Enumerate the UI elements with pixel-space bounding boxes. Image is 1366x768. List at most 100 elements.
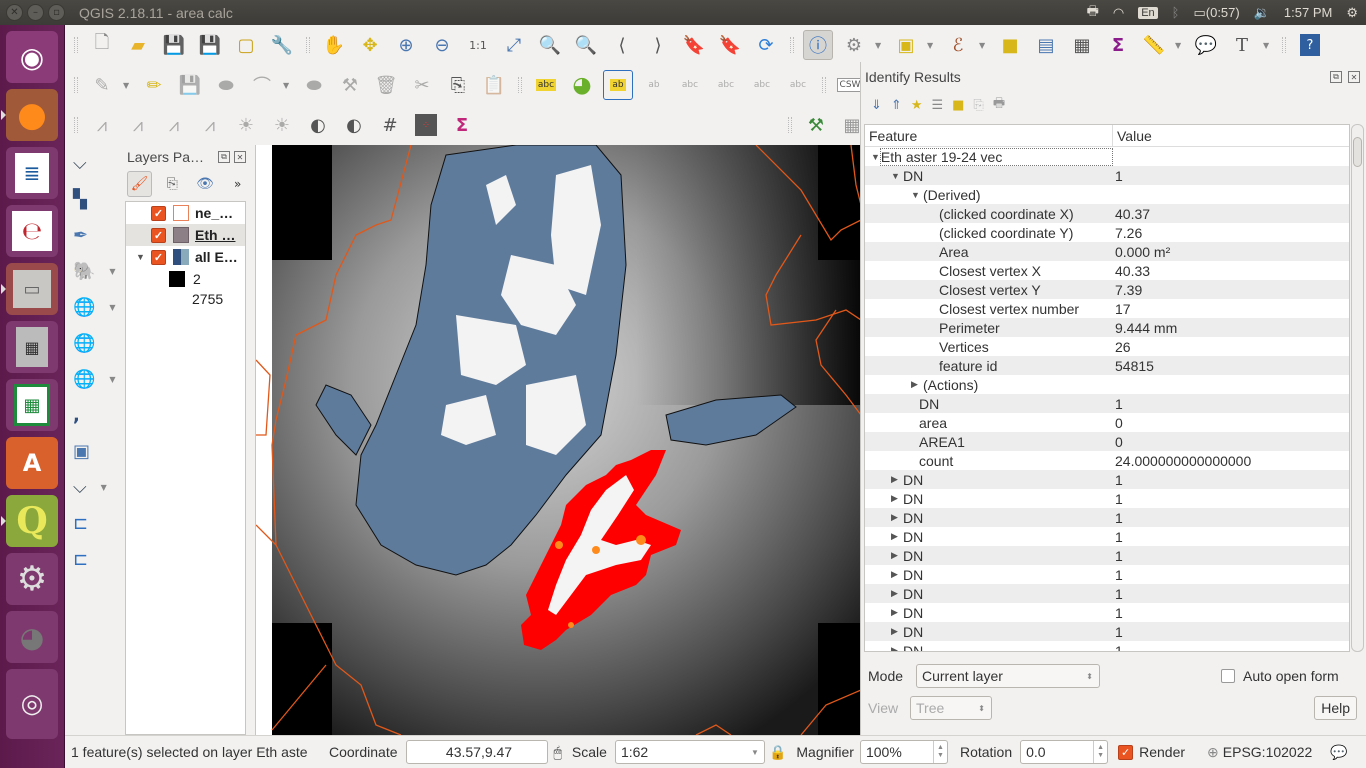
tree-row[interactable]: ▶ DN 1 [865, 603, 1349, 622]
tree-row[interactable]: count 24.000000000000000 [865, 451, 1349, 470]
tree-row[interactable]: ▶ DN 1 [865, 565, 1349, 584]
render-checkbox[interactable]: ✓ Render [1118, 744, 1185, 760]
launcher-calculator[interactable]: ▦ [6, 321, 58, 373]
zoom-last-button[interactable]: ⟨ [607, 30, 637, 60]
add-spatialite-layer-button[interactable]: ✒ [65, 217, 105, 253]
new-layer-dropdown[interactable]: ▼ [101, 483, 107, 492]
node-dropdown[interactable]: ▼ [283, 81, 293, 90]
launcher-ubuntu-dash[interactable]: ◉ [6, 31, 58, 83]
highlight-pinned-button[interactable]: ab [639, 70, 669, 100]
new-shapefile-button[interactable]: ⌵ ▼ [65, 469, 107, 505]
tree-row[interactable]: ▶ DN 1 [865, 527, 1349, 546]
toggle-editing-button[interactable]: ✏ [139, 70, 169, 100]
expand-arrow-icon[interactable]: ▼ [136, 252, 151, 262]
clock[interactable]: 1:57 PM [1284, 5, 1332, 20]
toggle-extents-icon[interactable]: 🖱 [554, 744, 562, 761]
save-as-button[interactable]: 💾 [195, 30, 225, 60]
layer-visibility-checkbox[interactable]: ✓ [151, 249, 166, 265]
expand-tree-button[interactable]: ⇓ [871, 98, 882, 113]
launcher-document-viewer[interactable]: ℮ [6, 205, 58, 257]
add-virtual-layer-button[interactable]: ▣ [65, 433, 105, 469]
vertex-tool-button[interactable]: ⚒ [335, 70, 365, 100]
lock-scale-icon[interactable]: 🔒 [769, 744, 786, 761]
collapse-tree-button[interactable]: ⇑ [891, 98, 902, 113]
toolbar-grip[interactable] [518, 77, 522, 93]
postgis-dropdown[interactable]: ▼ [109, 267, 115, 276]
styling-button[interactable]: 🖌 [127, 171, 152, 197]
collapsed-arrow-icon[interactable]: ▶ [891, 512, 903, 523]
collapsed-arrow-icon[interactable]: ▶ [891, 474, 903, 485]
toolbar-grip[interactable] [790, 37, 794, 53]
mode-select[interactable]: Current layer ⬍ [916, 664, 1100, 688]
tree-row[interactable]: area 0 [865, 413, 1349, 432]
visibility-button[interactable]: 👁 [193, 171, 218, 197]
layer-item[interactable]: ▼ ✓ all E… [126, 246, 245, 268]
auto-open-form-checkbox[interactable]: Auto open form [1221, 668, 1339, 684]
zoom-to-selection-button[interactable]: 🔍 [535, 30, 565, 60]
collapsed-arrow-icon[interactable]: ▶ [891, 569, 903, 580]
deselect-all-button[interactable]: ■ [995, 30, 1025, 60]
power-icon[interactable]: ⚙ [1346, 5, 1358, 21]
field-calculator-button[interactable]: ▦ [1067, 30, 1097, 60]
tree-row[interactable]: feature id 54815 [865, 356, 1349, 375]
bluetooth-icon[interactable]: ᛒ [1172, 5, 1180, 20]
help-button[interactable]: ? [1295, 30, 1325, 60]
keyboard-layout[interactable]: En [1138, 6, 1158, 19]
zoom-out-button[interactable]: ⊖ [427, 30, 457, 60]
messages-icon[interactable]: 💬 [1330, 744, 1347, 761]
pan-to-selection-button[interactable]: ✥ [355, 30, 385, 60]
launcher-firefox[interactable]: ● [1, 89, 58, 141]
add-group-button[interactable]: ⎘ [160, 171, 185, 197]
decrease-contrast-button[interactable]: ◐ [339, 110, 369, 140]
tree-row[interactable]: ▼ DN 1 [865, 166, 1349, 185]
collapsed-arrow-icon[interactable]: ▶ [911, 379, 923, 390]
launcher-files[interactable]: ▭ [1, 263, 58, 315]
node-tool-button[interactable]: ⌒ [247, 70, 277, 100]
tree-row[interactable]: ▶ DN 1 [865, 489, 1349, 508]
grass-tools-button[interactable]: ⚒ [801, 110, 831, 140]
zoom-next-button[interactable]: ⟩ [643, 30, 673, 60]
help-button[interactable]: Help [1314, 696, 1357, 720]
map-rendering[interactable] [256, 145, 860, 735]
more-tools-button[interactable]: » [225, 171, 250, 197]
expanded-arrow-icon[interactable]: ▼ [871, 152, 880, 162]
local-cumulative-stretch-button[interactable]: ⩘ [159, 110, 189, 140]
tree-row[interactable]: ▶ DN 1 [865, 508, 1349, 527]
maximize-window-button[interactable]: ▫ [48, 4, 65, 21]
tree-row[interactable]: ▶ DN 1 [865, 622, 1349, 641]
zoom-full-button[interactable]: ⤢ [499, 30, 529, 60]
spin-arrows[interactable]: ▲ ▼ [1093, 741, 1107, 763]
wifi-icon[interactable]: ◠ [1113, 5, 1124, 21]
add-vector-layer-button[interactable]: ⌵ [65, 145, 105, 181]
launcher-stacked-apps[interactable]: ◎ [6, 669, 58, 739]
decrease-brightness-button[interactable]: ☀ [267, 110, 297, 140]
show-hide-labels-button[interactable]: abc [675, 70, 705, 100]
copy-features-button[interactable]: ⎘ [443, 70, 473, 100]
tree-row[interactable]: ▼ (Derived) [865, 185, 1349, 204]
move-feature-button[interactable]: ⬬ [299, 70, 329, 100]
toolbar-grip[interactable] [822, 77, 826, 93]
open-project-button[interactable]: ▰ [123, 30, 153, 60]
new-project-button[interactable]: 🗋 [87, 30, 117, 60]
identify-features-button[interactable]: ⓘ [803, 30, 833, 60]
tree-row[interactable]: Area 0.000 m² [865, 242, 1349, 261]
add-wfs-layer-button[interactable]: 🌐 [65, 325, 105, 361]
new-composer-button[interactable]: ▢ [231, 30, 261, 60]
run-action-dropdown[interactable]: ▼ [875, 41, 885, 50]
paste-features-button[interactable]: 📋 [479, 70, 509, 100]
close-window-button[interactable]: ✕ [6, 4, 23, 21]
column-header-value[interactable]: Value [1113, 125, 1152, 146]
collapsed-arrow-icon[interactable]: ▶ [891, 588, 903, 599]
composer-manager-button[interactable]: 🔧 [267, 30, 297, 60]
tree-row[interactable]: ▼ Eth aster 19-24 vec [865, 147, 1349, 166]
run-feature-action-button[interactable]: ⚙ [839, 30, 869, 60]
collapsed-arrow-icon[interactable]: ▶ [891, 550, 903, 561]
increase-brightness-button[interactable]: ☀ [231, 110, 261, 140]
launcher-system-settings[interactable]: ⚙ [6, 553, 58, 605]
zoom-in-button[interactable]: ⊕ [391, 30, 421, 60]
change-label-button[interactable]: abc [783, 70, 813, 100]
zoom-native-button[interactable]: 1:1 [463, 30, 493, 60]
add-postgis-layer-button[interactable]: 🐘 ▼ [65, 253, 116, 289]
rotation-spinbox[interactable]: 0.0 ▲ ▼ [1020, 740, 1109, 764]
toolbar-grip[interactable] [1282, 37, 1286, 53]
